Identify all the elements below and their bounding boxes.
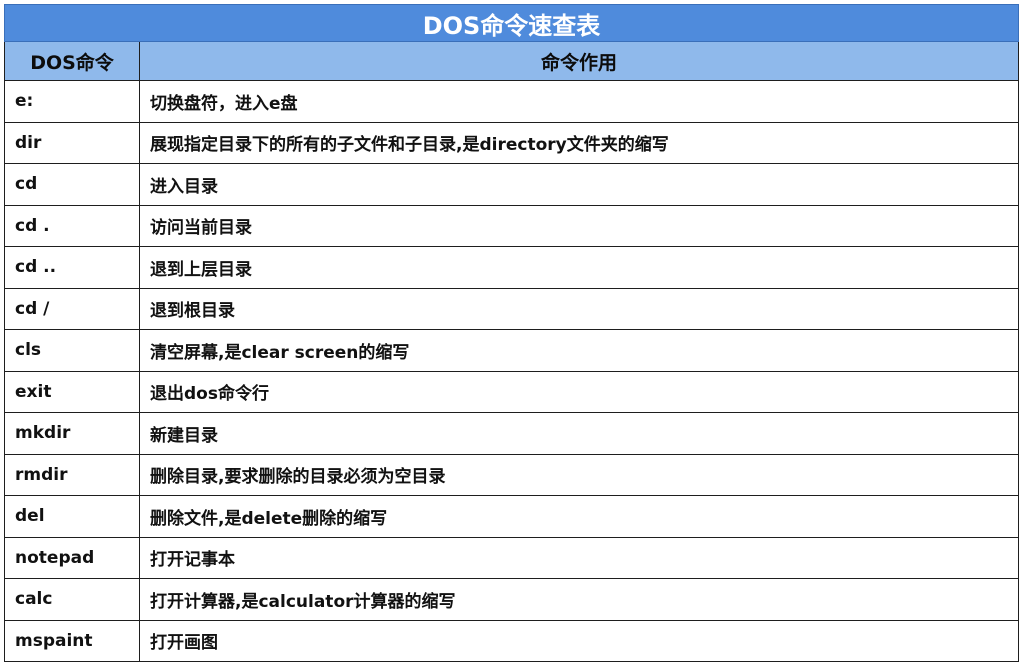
description-cell: 清空屏幕,是clear screen的缩写: [138, 329, 1020, 372]
table-title: DOS命令速查表: [3, 4, 1020, 42]
command-cell: cd: [4, 163, 140, 206]
description-cell: 打开画图: [138, 619, 1020, 662]
table-row: rmdir 删除目录,要求删除的目录必须为空目录: [4, 453, 1020, 496]
description-cell: 删除目录,要求删除的目录必须为空目录: [138, 453, 1020, 496]
table-row: cd 进入目录: [4, 163, 1020, 206]
table-row: cls 清空屏幕,是clear screen的缩写: [4, 329, 1020, 372]
description-cell: 新建目录: [138, 412, 1020, 455]
command-cell: cd ..: [4, 246, 140, 289]
description-cell: 删除文件,是delete删除的缩写: [138, 495, 1020, 538]
table-row: cd .. 退到上层目录: [4, 246, 1020, 289]
header-row: DOS命令 命令作用: [4, 41, 1020, 81]
table-row: del 删除文件,是delete删除的缩写: [4, 495, 1020, 538]
description-cell: 展现指定目录下的所有的子文件和子目录,是directory文件夹的缩写: [138, 121, 1020, 164]
description-cell: 打开计算器,是calculator计算器的缩写: [138, 578, 1020, 621]
description-cell: 退出dos命令行: [138, 370, 1020, 413]
title-row: DOS命令速查表: [3, 4, 1020, 42]
command-cell: mkdir: [4, 412, 140, 455]
description-cell: 退到根目录: [138, 287, 1020, 330]
table-row: notepad 打开记事本: [4, 536, 1020, 579]
command-cell: exit: [4, 370, 140, 413]
command-cell: dir: [4, 121, 140, 164]
table-row: cd / 退到根目录: [4, 287, 1020, 330]
dos-command-cheat-sheet: DOS命令速查表 DOS命令 命令作用 e: 切换盘符，进入e盘 dir 展现指定目录…: [3, 4, 1020, 662]
description-cell: 切换盘符，进入e盘: [138, 80, 1020, 123]
command-cell: cls: [4, 329, 140, 372]
table-row: dir 展现指定目录下的所有的子文件和子目录,是directory文件夹的缩写: [4, 121, 1020, 164]
description-cell: 打开记事本: [138, 536, 1020, 579]
command-cell: mspaint: [4, 619, 140, 662]
table-row: exit 退出dos命令行: [4, 370, 1020, 413]
command-cell: notepad: [4, 536, 140, 579]
command-cell: rmdir: [4, 453, 140, 496]
table-row: mkdir 新建目录: [4, 412, 1020, 455]
description-cell: 访问当前目录: [138, 204, 1020, 247]
description-cell: 退到上层目录: [138, 246, 1020, 289]
description-cell: 进入目录: [138, 163, 1020, 206]
table-row: cd . 访问当前目录: [4, 204, 1020, 247]
table-row: mspaint 打开画图: [4, 619, 1020, 662]
command-cell: e:: [4, 80, 140, 123]
table-row: calc 打开计算器,是calculator计算器的缩写: [4, 578, 1020, 621]
command-cell: del: [4, 495, 140, 538]
table-row: e: 切换盘符，进入e盘: [4, 80, 1020, 123]
column-header-description: 命令作用: [138, 41, 1020, 81]
command-table: DOS命令速查表 DOS命令 命令作用 e: 切换盘符，进入e盘 dir 展现指定目录…: [3, 4, 1020, 662]
command-cell: calc: [4, 578, 140, 621]
command-cell: cd .: [4, 204, 140, 247]
command-cell: cd /: [4, 287, 140, 330]
column-header-command: DOS命令: [4, 41, 140, 81]
